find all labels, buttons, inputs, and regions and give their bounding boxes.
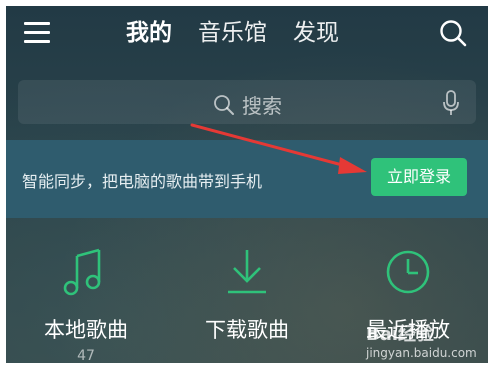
- search-input[interactable]: 搜索: [18, 80, 476, 124]
- download-icon: [228, 250, 266, 294]
- search-placeholder: 搜索: [242, 94, 282, 118]
- downloaded-songs-tile[interactable]: 下载歌曲: [177, 246, 317, 361]
- local-songs-tile[interactable]: 本地歌曲 47: [16, 246, 156, 363]
- search-icon[interactable]: [438, 18, 468, 48]
- watermark-brand: Bai: [366, 324, 399, 345]
- watermark-brand-suffix: 经验: [398, 324, 435, 345]
- tile-count: 47: [77, 348, 95, 363]
- sync-banner: 智能同步，把电脑的歌曲带到手机 立即登录: [6, 140, 488, 218]
- banner-text: 智能同步，把电脑的歌曲带到手机: [22, 172, 263, 191]
- tile-label: 下载歌曲: [205, 318, 289, 342]
- clock-icon: [386, 250, 430, 294]
- hamburger-menu-icon[interactable]: [24, 22, 50, 44]
- login-button[interactable]: 立即登录: [371, 158, 467, 196]
- tile-label: 本地歌曲: [44, 318, 128, 342]
- tab-discover[interactable]: 发现: [293, 18, 339, 48]
- music-note-icon: [63, 248, 101, 296]
- baidu-watermark: Bai经验 jingyan.baidu.com: [366, 320, 477, 360]
- watermark-url: jingyan.baidu.com: [366, 346, 477, 360]
- microphone-icon[interactable]: [442, 90, 460, 116]
- search-icon: [214, 94, 234, 115]
- top-bar: 我的 音乐馆 发现: [6, 6, 488, 62]
- tab-mine[interactable]: 我的: [126, 18, 172, 48]
- tab-music-hall[interactable]: 音乐馆: [198, 18, 267, 48]
- main-tabs: 我的 音乐馆 发现: [126, 18, 339, 48]
- app-screen: 我的 音乐馆 发现 搜索 智能同步，把电脑的歌曲带到手机 立即登录 本地歌曲 4…: [6, 6, 488, 363]
